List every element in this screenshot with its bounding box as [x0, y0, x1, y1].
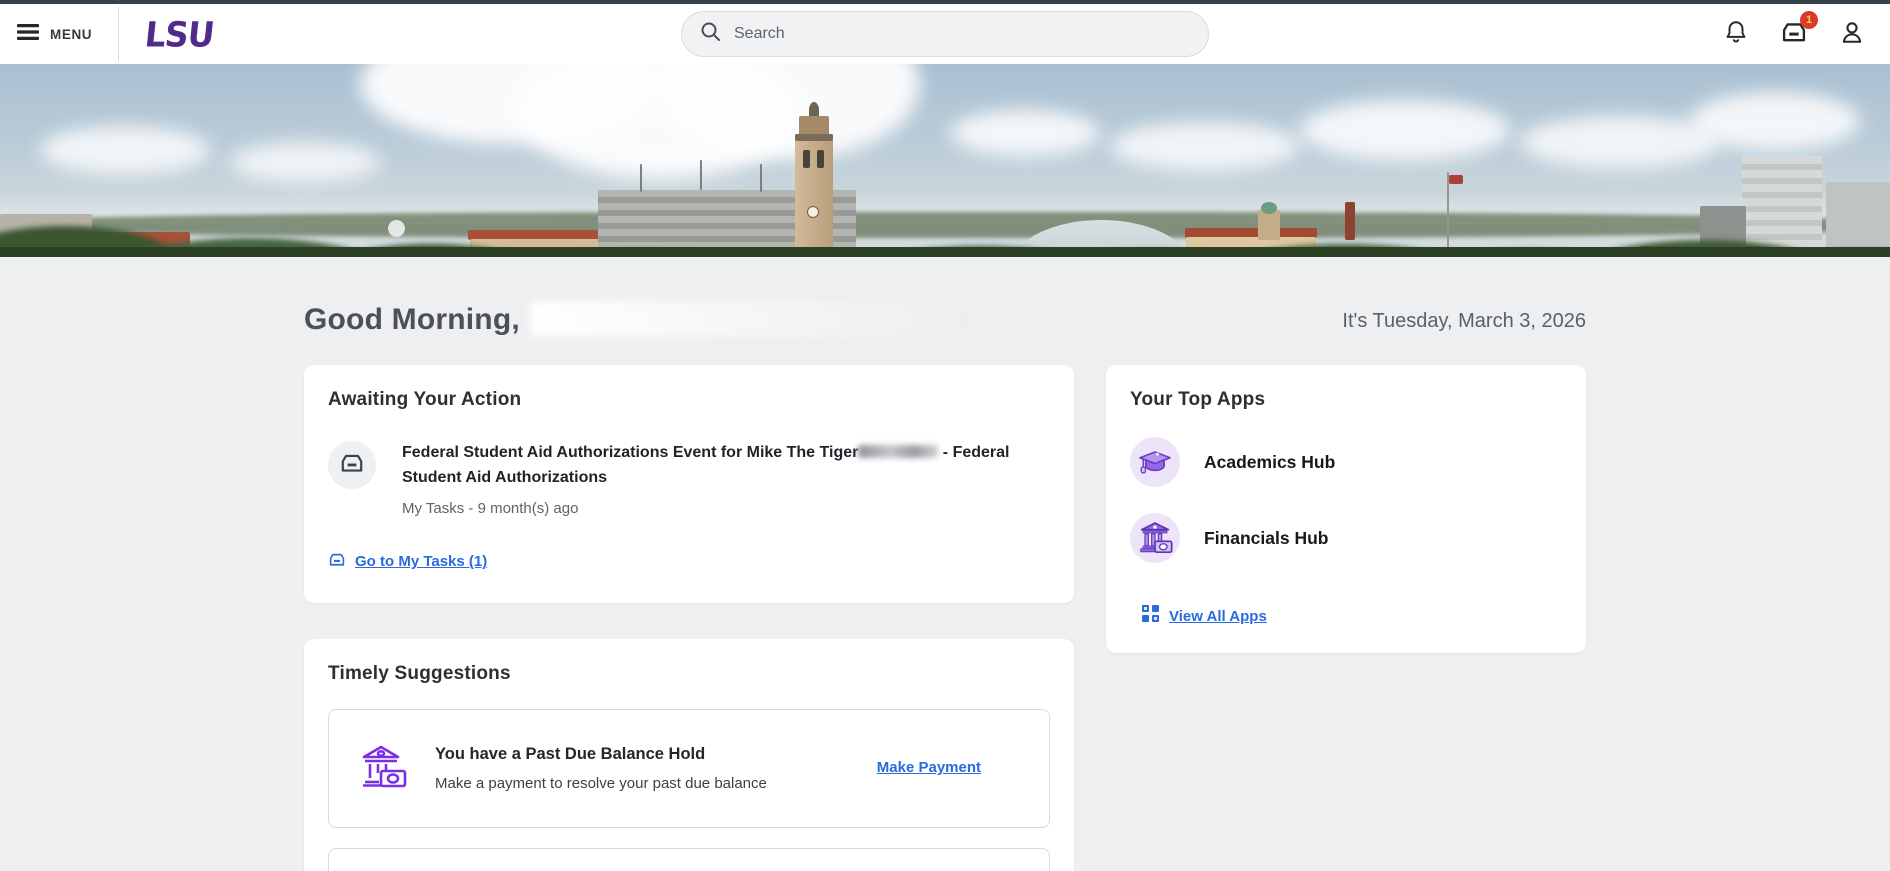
apps-grid-icon — [1142, 605, 1159, 627]
timely-suggestions-title: Timely Suggestions — [328, 662, 511, 684]
inbox-tray-icon — [339, 451, 365, 480]
header-icons: 1 — [1722, 4, 1866, 64]
view-all-apps-label: View All Apps — [1169, 607, 1267, 625]
awaiting-action-title: Awaiting Your Action — [328, 389, 522, 410]
redacted-user-name — [529, 301, 960, 337]
search-icon — [700, 21, 721, 47]
task-icon-circle — [328, 441, 376, 489]
menu-button[interactable]: MENU — [0, 4, 118, 64]
menu-label: MENU — [50, 26, 93, 42]
top-apps-title: Your Top Apps — [1130, 389, 1266, 410]
my-tasks-count-badge: 1 — [1800, 11, 1818, 29]
task-title: Federal Student Aid Authorizations Event… — [402, 444, 1010, 486]
search-input[interactable] — [734, 25, 1154, 43]
app-label: Financials Hub — [1204, 527, 1329, 548]
task-meta: My Tasks - 9 month(s) ago — [402, 499, 579, 517]
bell-icon — [1723, 19, 1749, 50]
go-to-my-tasks-link[interactable]: Go to My Tasks (1) — [328, 551, 487, 573]
graduation-cap-icon — [1130, 437, 1180, 487]
header-bar: MENU LSU 1 — [0, 4, 1890, 64]
main-content: Good Morning, It's Tuesday, March 3, 202… — [304, 257, 1586, 871]
campus-hero-image — [0, 64, 1890, 257]
awaiting-your-action-card: Awaiting Your Action Federal Student Aid… — [304, 365, 1074, 603]
make-payment-link[interactable]: Make Payment — [877, 759, 981, 777]
bank-payment-icon — [357, 740, 413, 797]
your-top-apps-card: Your Top Apps Academics Hub Financials H… — [1106, 365, 1586, 653]
search-bar[interactable] — [681, 11, 1209, 57]
task-item[interactable]: Federal Student Aid Authorizations Event… — [328, 441, 1050, 517]
hamburger-icon — [17, 23, 39, 46]
view-all-apps-link[interactable]: View All Apps — [1142, 605, 1267, 627]
app-item-academics-hub[interactable]: Academics Hub — [1130, 437, 1562, 487]
inbox-tray-icon — [328, 551, 346, 573]
redacted-student-id — [858, 445, 939, 458]
greeting-row: Good Morning, It's Tuesday, March 3, 202… — [304, 295, 1586, 337]
my-tasks-button[interactable]: 1 — [1780, 11, 1818, 48]
timely-suggestions-card: Timely Suggestions You have a Past Due B… — [304, 638, 1074, 871]
page: MENU LSU 1 — [0, 0, 1890, 871]
lsu-logo[interactable]: LSU — [143, 14, 216, 55]
go-to-my-tasks-label: Go to My Tasks (1) — [355, 553, 488, 571]
bank-money-icon — [1130, 513, 1180, 563]
app-item-financials-hub[interactable]: Financials Hub — [1130, 513, 1562, 563]
notifications-button[interactable] — [1722, 20, 1750, 48]
suggestion-description: Make a payment to resolve your past due … — [435, 774, 767, 792]
suggestion-item — [328, 847, 1050, 871]
greeting-text: Good Morning, — [304, 303, 520, 336]
profile-button[interactable] — [1838, 20, 1866, 48]
app-label: Academics Hub — [1204, 451, 1336, 472]
current-date: It's Tuesday, March 3, 2026 — [1342, 310, 1586, 332]
suggestion-item: You have a Past Due Balance Hold Make a … — [328, 708, 1050, 828]
header-divider — [118, 7, 120, 61]
person-icon — [1839, 19, 1865, 50]
suggestion-title: You have a Past Due Balance Hold — [435, 744, 706, 763]
